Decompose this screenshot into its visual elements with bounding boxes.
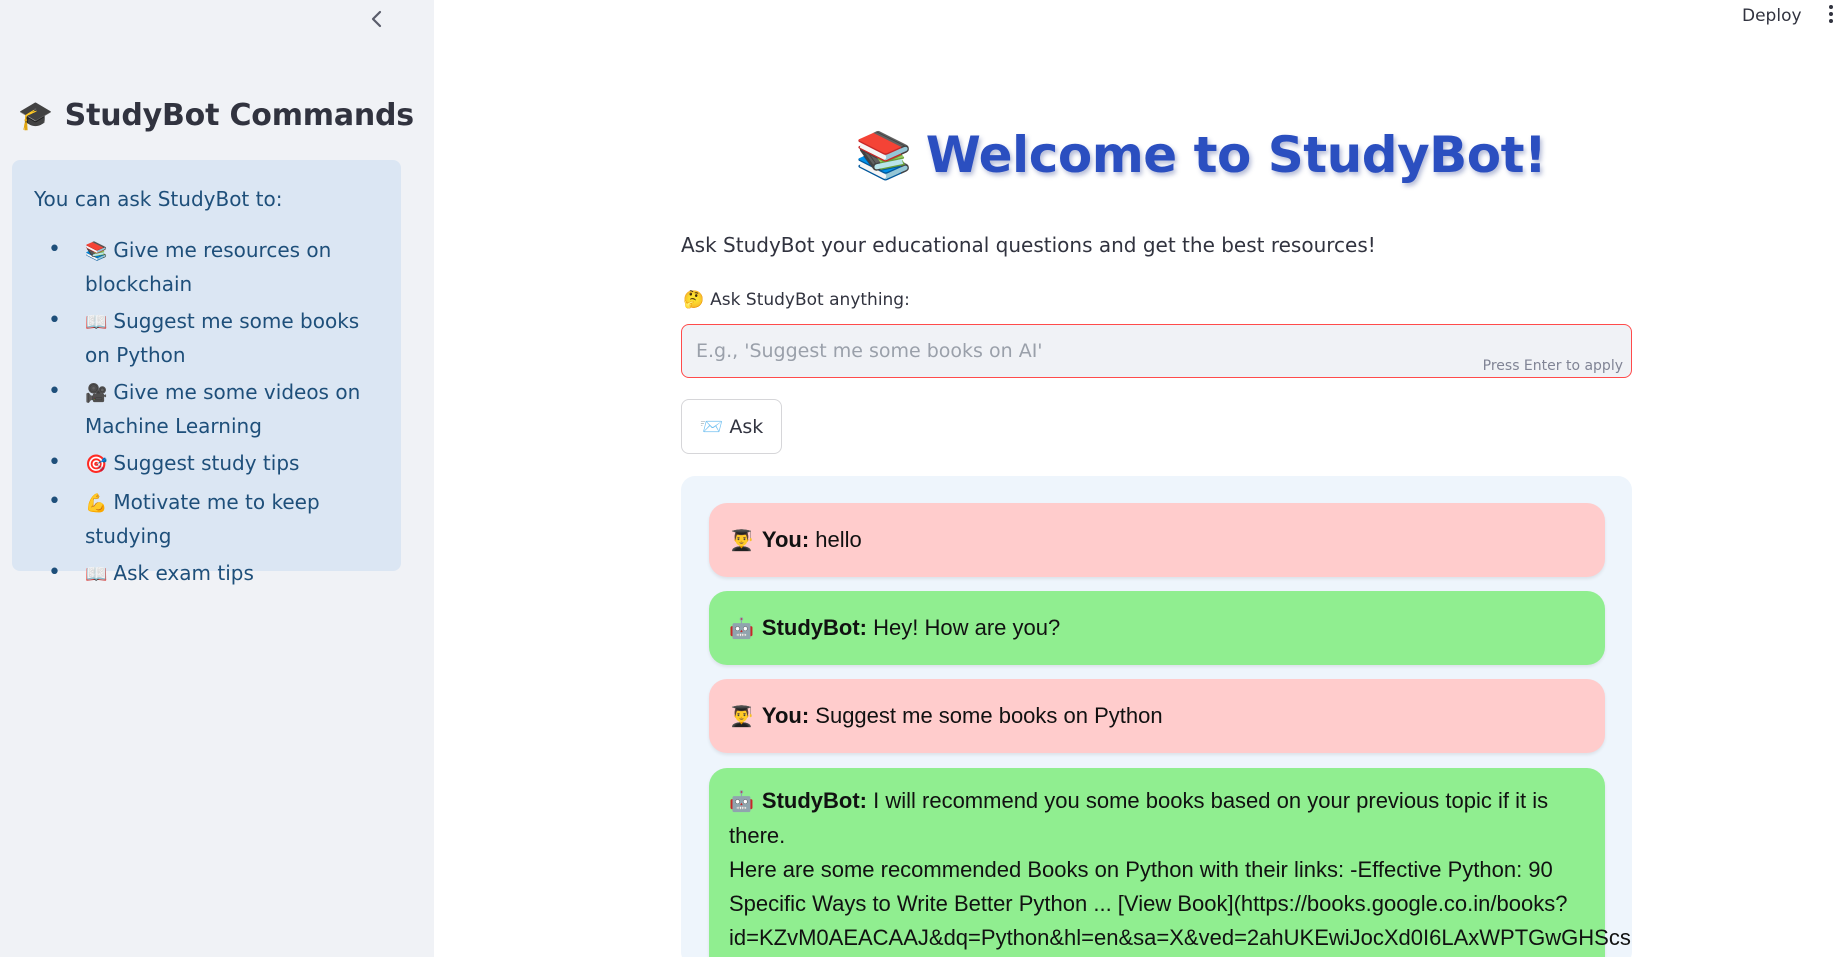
message-text-line2: Here are some recommended Books on Pytho… [729, 857, 1568, 916]
command-label: Suggest me some books on Python [85, 309, 360, 367]
main-menu-button[interactable] [1824, 2, 1838, 30]
enter-hint: Press Enter to apply [1482, 358, 1623, 374]
command-item-ml-videos[interactable]: 🎥Give me some videos on Machine Learning [34, 376, 381, 442]
message-text: Hey! How are you? [873, 615, 1061, 640]
message-speaker: StudyBot: [761, 615, 867, 640]
student-icon: 👨‍🎓 [729, 705, 754, 728]
command-item-python-books[interactable]: 📖Suggest me some books on Python [34, 305, 381, 371]
command-item-blockchain[interactable]: 📚Give me resources on blockchain [34, 234, 381, 300]
ask-input-container: Press Enter to apply [681, 324, 1632, 378]
envelope-icon: 📨 [699, 416, 724, 438]
sidebar-title: 🎓 StudyBot Commands [18, 98, 414, 133]
thinking-face-icon: 🤔 [683, 290, 705, 310]
commands-info-box: You can ask StudyBot to: 📚Give me resour… [12, 160, 401, 589]
message-speaker: You: [761, 527, 810, 552]
message-speaker: StudyBot: [761, 788, 867, 813]
chevron-left-icon [371, 10, 382, 28]
chat-history: 👨‍🎓 You: hello 🤖 StudyBot: Hey! How are … [681, 476, 1632, 957]
target-icon: 🎯 [85, 454, 108, 475]
page-subtitle: Ask StudyBot your educational questions … [681, 233, 1376, 257]
page-title-text: Welcome to StudyBot! [925, 126, 1547, 184]
command-label: Give me resources on blockchain [85, 238, 332, 296]
command-label: Give me some videos on Machine Learning [85, 380, 361, 438]
message-text: hello [815, 527, 862, 552]
sidebar-title-text: StudyBot Commands [64, 98, 414, 133]
ask-button-label: Ask [729, 415, 764, 438]
ask-input-label: 🤔 Ask StudyBot anything: [683, 290, 910, 310]
commands-intro: You can ask StudyBot to: [34, 187, 283, 211]
command-item-study-tips[interactable]: 🎯Suggest study tips [34, 447, 381, 481]
open-book-icon: 📖 [85, 564, 108, 585]
command-label: Ask exam tips [113, 561, 254, 585]
robot-icon: 🤖 [729, 791, 754, 813]
ask-button[interactable]: 📨 Ask [681, 399, 782, 454]
menu-dot-icon [1829, 19, 1833, 23]
chat-message-user: 👨‍🎓 You: Suggest me some books on Python [709, 679, 1605, 753]
open-book-icon: 📖 [85, 312, 108, 333]
command-item-motivate[interactable]: 💪Motivate me to keep studying [34, 486, 381, 552]
student-icon: 👨‍🎓 [729, 529, 754, 552]
message-text: Suggest me some books on Python [815, 703, 1163, 728]
commands-list: 📚Give me resources on blockchain 📖Sugges… [34, 234, 381, 591]
graduation-cap-icon: 🎓 [18, 99, 53, 132]
deploy-button[interactable]: Deploy [1730, 2, 1814, 30]
ask-input-label-text: Ask StudyBot anything: [710, 290, 910, 310]
command-label: Suggest study tips [113, 451, 300, 475]
collapse-sidebar-button[interactable] [364, 6, 390, 32]
command-label: Motivate me to keep studying [85, 490, 320, 548]
books-icon: 📚 [85, 241, 108, 262]
command-item-exam-tips[interactable]: 📖Ask exam tips [34, 557, 381, 591]
menu-dot-icon [1829, 12, 1833, 16]
page-title: 📚 Welcome to StudyBot! [855, 126, 1547, 184]
video-camera-icon: 🎥 [85, 383, 108, 404]
books-icon: 📚 [855, 127, 912, 182]
chat-message-bot: 🤖 StudyBot: Hey! How are you? [709, 591, 1605, 665]
chat-message-user: 👨‍🎓 You: hello [709, 503, 1605, 577]
book-link[interactable]: id=KZvM0AEACAAJ&dq=Python&hl=en&sa=X&ved… [729, 925, 1632, 950]
flexed-biceps-icon: 💪 [85, 493, 108, 514]
chat-message-bot: 🤖 StudyBot: I will recommend you some boo… [709, 768, 1632, 957]
menu-dot-icon [1829, 5, 1833, 9]
message-speaker: You: [761, 703, 810, 728]
robot-icon: 🤖 [729, 617, 754, 640]
sidebar: 🎓 StudyBot Commands You can ask StudyBot… [0, 0, 434, 957]
